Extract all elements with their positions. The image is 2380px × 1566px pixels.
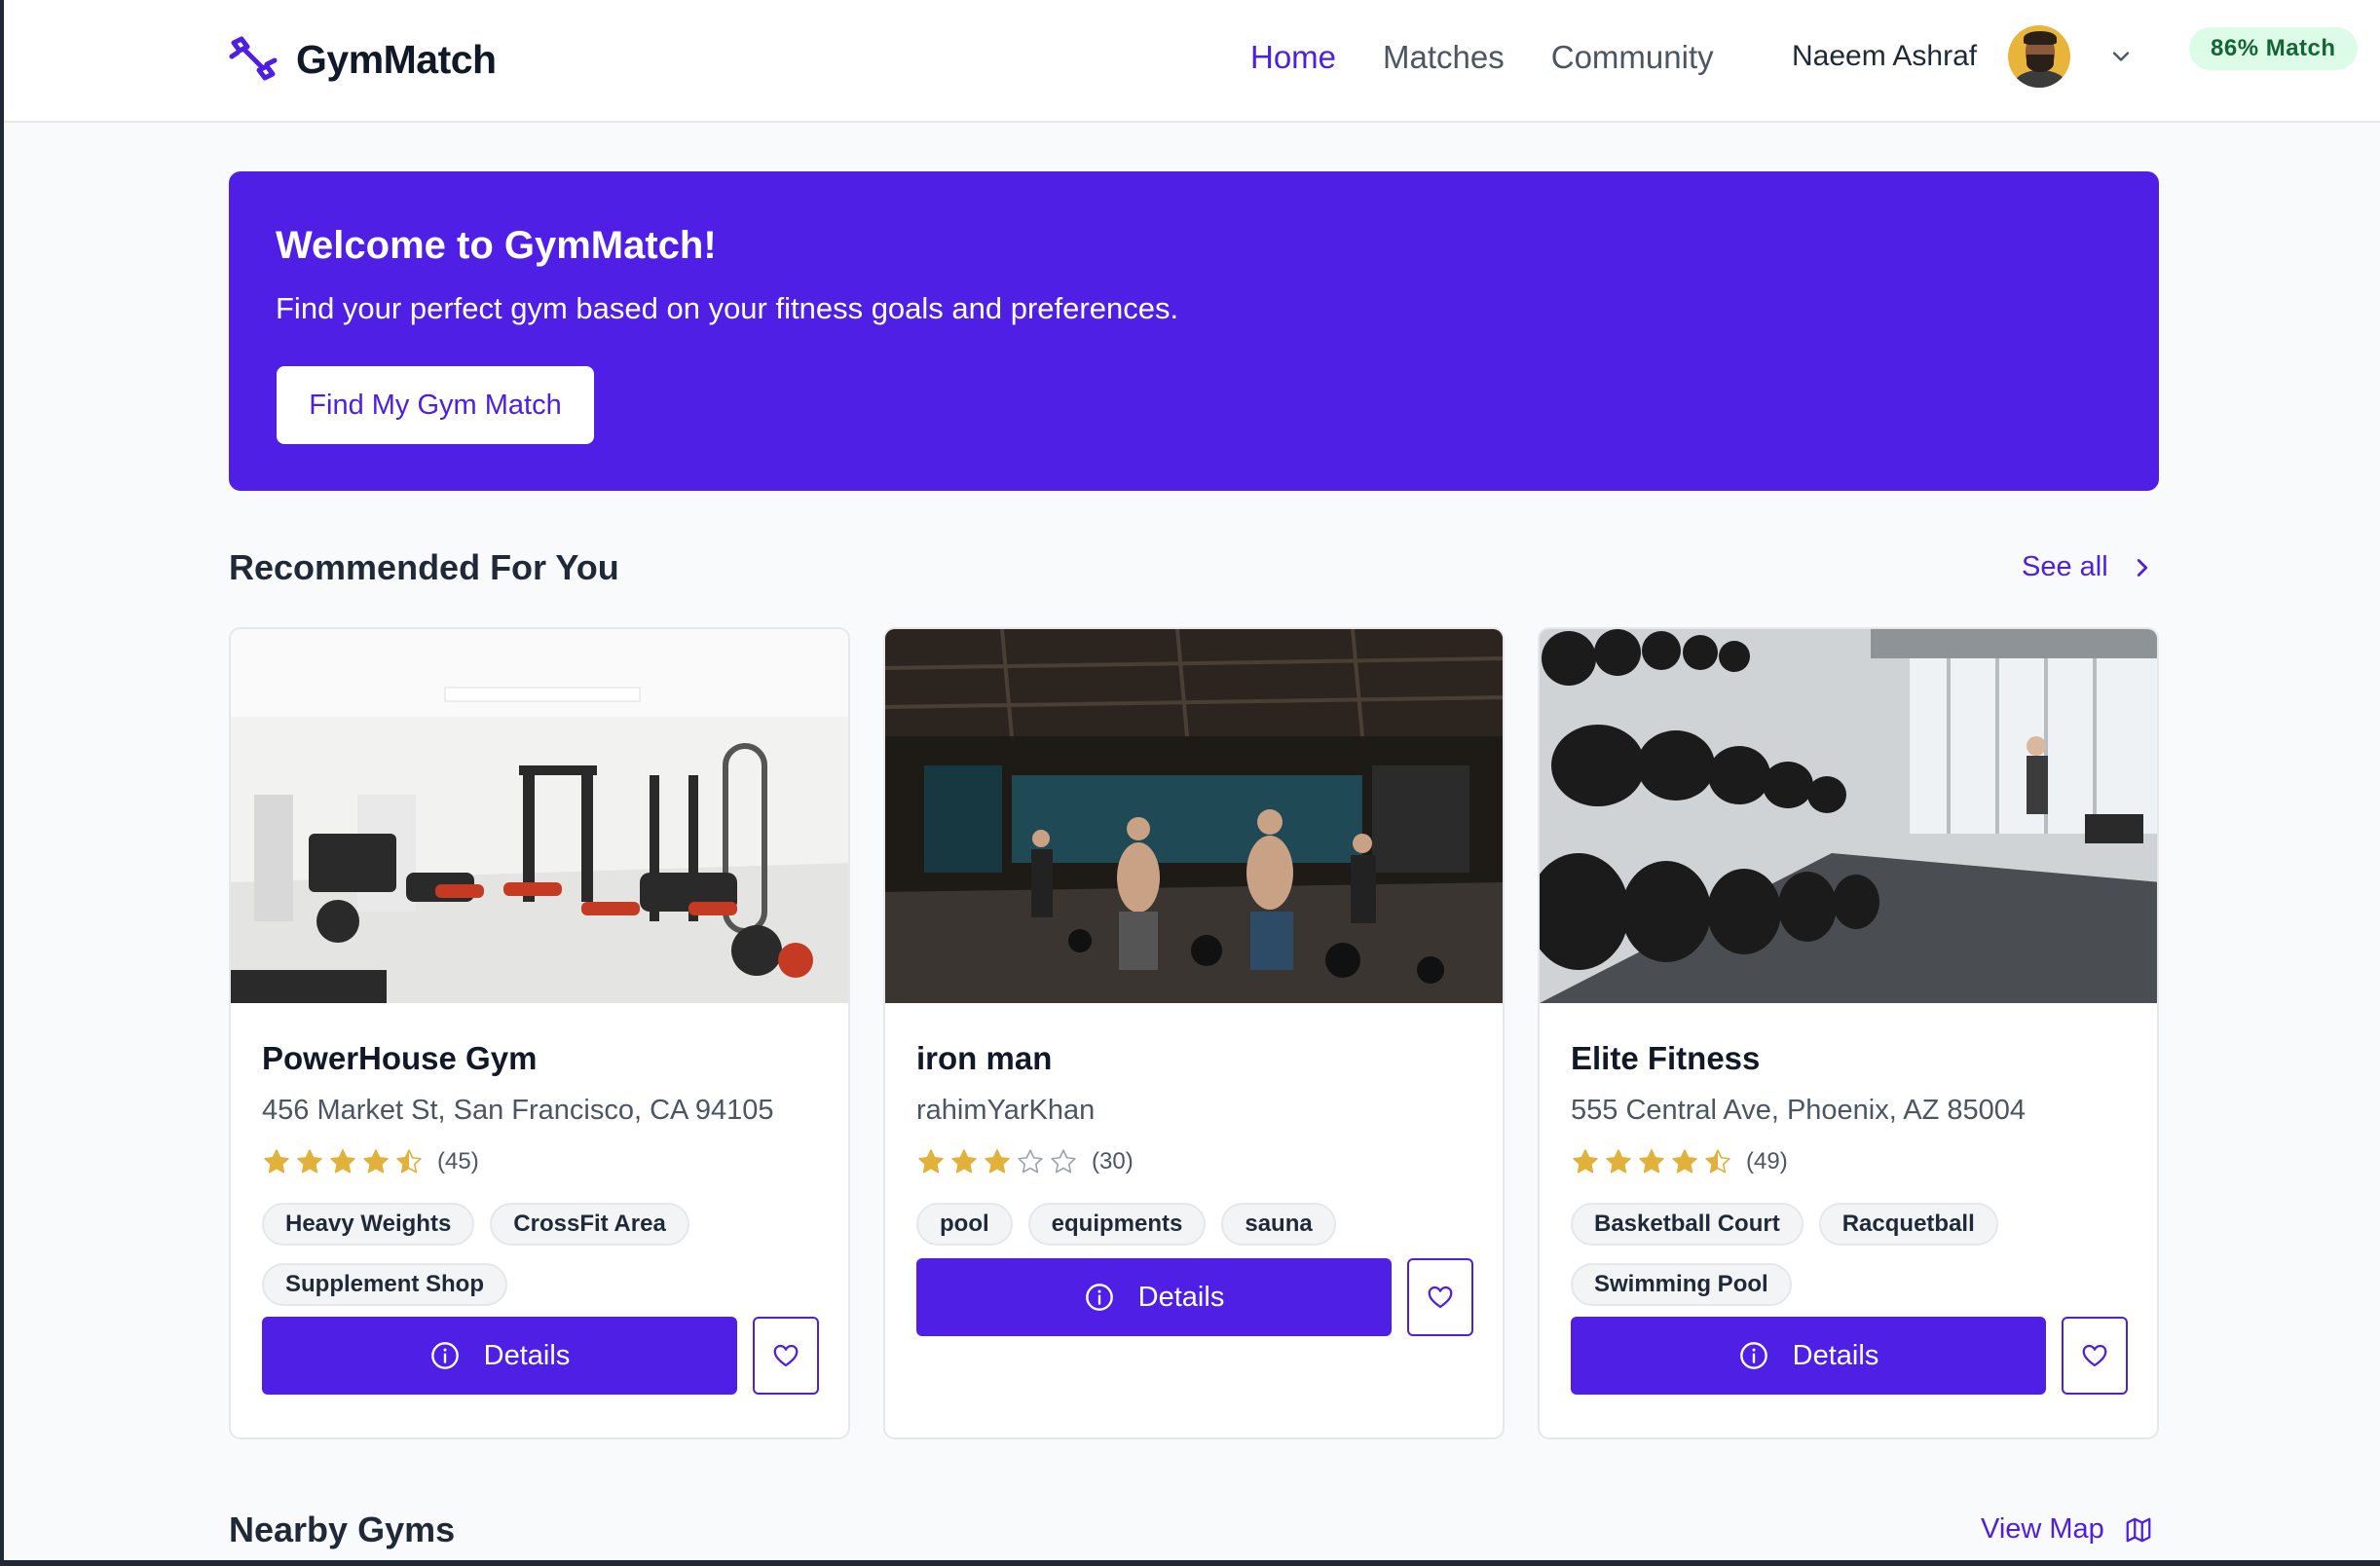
review-count: (45) bbox=[437, 1148, 479, 1174]
details-button[interactable]: Details bbox=[1571, 1317, 2046, 1395]
details-label: Details bbox=[483, 1339, 571, 1371]
star-rating bbox=[916, 1147, 1078, 1176]
chevron-right-icon bbox=[2137, 558, 2147, 577]
favorite-button[interactable] bbox=[2062, 1317, 2128, 1395]
details-button[interactable]: Details bbox=[262, 1317, 737, 1395]
gym-address: rahimYarKhan bbox=[916, 1095, 1096, 1126]
chevron-down-icon[interactable] bbox=[2107, 43, 2135, 70]
amenity-tag: pool bbox=[916, 1203, 1013, 1246]
details-label: Details bbox=[1137, 1281, 1225, 1313]
card-actions: Details bbox=[262, 1317, 819, 1395]
star-full-icon bbox=[1639, 1149, 1664, 1174]
review-count: (30) bbox=[1092, 1148, 1134, 1174]
amenity-tag: Basketball Court bbox=[1571, 1203, 1804, 1246]
amenity-tags: Basketball Court Racquetball Swimming Po… bbox=[1571, 1203, 2126, 1306]
see-all-link[interactable]: See all bbox=[2022, 551, 2157, 583]
star-half-icon bbox=[396, 1149, 422, 1174]
gym-name: iron man bbox=[916, 1040, 1053, 1076]
user-name: Naeem Ashraf bbox=[1792, 40, 1978, 72]
star-full-icon bbox=[1573, 1149, 1598, 1174]
amenity-tag: Swimming Pool bbox=[1571, 1263, 1792, 1306]
details-button[interactable]: Details bbox=[916, 1258, 1392, 1336]
gym-card-body: iron man rahimYarKhan (30) pool equipmen… bbox=[885, 1003, 1503, 1437]
star-full-icon bbox=[330, 1149, 355, 1174]
star-half-icon bbox=[1705, 1149, 1730, 1174]
star-full-icon bbox=[1672, 1149, 1697, 1174]
star-full-icon bbox=[918, 1149, 944, 1174]
amenity-tag: sauna bbox=[1221, 1203, 1336, 1246]
recommended-title: Recommended For You bbox=[229, 547, 619, 587]
welcome-subtitle: Find your perfect gym based on your fitn… bbox=[276, 291, 1179, 325]
app-logo[interactable]: GymMatch bbox=[228, 35, 497, 84]
star-full-icon bbox=[1606, 1149, 1631, 1174]
amenity-tag: Racquetball bbox=[1818, 1203, 1998, 1246]
amenity-tag: Heavy Weights bbox=[262, 1203, 475, 1246]
amenity-tag: equipments bbox=[1027, 1203, 1207, 1246]
card-actions: Details bbox=[1571, 1317, 2128, 1395]
top-navbar: GymMatch Home Matches Community Naeem As… bbox=[4, 0, 2380, 123]
avatar[interactable] bbox=[2008, 25, 2071, 88]
star-rating bbox=[1571, 1147, 1732, 1176]
match-badge: 86% Match bbox=[2189, 27, 2358, 70]
star-full-icon bbox=[985, 1149, 1010, 1174]
user-menu[interactable]: Naeem Ashraf bbox=[1792, 25, 2135, 88]
favorite-button[interactable] bbox=[1407, 1258, 1473, 1336]
info-icon bbox=[1739, 1342, 1767, 1369]
main-nav: Home Matches Community bbox=[1250, 39, 1714, 76]
star-empty-icon bbox=[1051, 1149, 1076, 1174]
heart-icon bbox=[2082, 1344, 2107, 1367]
amenity-tag: Supplement Shop bbox=[262, 1263, 507, 1306]
heart-icon bbox=[773, 1344, 799, 1367]
nav-community[interactable]: Community bbox=[1551, 39, 1714, 76]
gym-address: 456 Market St, San Francisco, CA 94105 bbox=[262, 1095, 774, 1126]
gym-rating: (49) bbox=[1571, 1144, 2126, 1179]
see-all-label: See all bbox=[2022, 551, 2108, 582]
favorite-button[interactable] bbox=[753, 1317, 819, 1395]
details-label: Details bbox=[1792, 1339, 1879, 1371]
app-name: GymMatch bbox=[296, 36, 497, 82]
star-rating bbox=[262, 1147, 424, 1176]
review-count: (49) bbox=[1746, 1148, 1788, 1174]
view-map-link[interactable]: View Map bbox=[1981, 1513, 2153, 1546]
card-actions: Details bbox=[916, 1258, 1473, 1336]
amenity-tags: Heavy Weights CrossFit Area Supplement S… bbox=[262, 1203, 817, 1306]
info-icon bbox=[1085, 1284, 1113, 1311]
gym-card: iron man rahimYarKhan (30) pool equipmen… bbox=[883, 627, 1505, 1439]
star-empty-icon bbox=[1018, 1149, 1043, 1174]
heart-icon bbox=[1428, 1286, 1453, 1309]
amenity-tag: CrossFit Area bbox=[490, 1203, 689, 1246]
window-edge bbox=[0, 0, 4, 1566]
gym-rating: (30) bbox=[916, 1144, 1471, 1179]
find-gym-match-button[interactable]: Find My Gym Match bbox=[277, 366, 594, 444]
gym-rating: (45) bbox=[262, 1144, 817, 1179]
info-icon bbox=[430, 1342, 459, 1369]
nearby-gyms-title: Nearby Gyms bbox=[229, 1510, 456, 1549]
nav-home[interactable]: Home bbox=[1250, 39, 1336, 76]
gym-card-body: PowerHouse Gym 456 Market St, San Franci… bbox=[231, 1003, 848, 1437]
welcome-banner: Welcome to GymMatch! Find your perfect g… bbox=[229, 171, 2159, 491]
amenity-tags: pool equipments sauna bbox=[916, 1203, 1471, 1246]
gym-name: PowerHouse Gym bbox=[262, 1040, 538, 1076]
gym-photo bbox=[231, 629, 848, 1003]
gym-card: Elite Fitness 555 Central Ave, Phoenix, … bbox=[1538, 627, 2159, 1439]
star-full-icon bbox=[363, 1149, 389, 1174]
gym-name: Elite Fitness bbox=[1571, 1040, 1761, 1076]
star-full-icon bbox=[297, 1149, 322, 1174]
gym-photo bbox=[885, 629, 1503, 1003]
star-full-icon bbox=[264, 1149, 289, 1174]
gym-card-body: Elite Fitness 555 Central Ave, Phoenix, … bbox=[1540, 1003, 2157, 1437]
star-full-icon bbox=[951, 1149, 977, 1174]
map-icon bbox=[2126, 1517, 2151, 1542]
welcome-title: Welcome to GymMatch! bbox=[276, 224, 717, 267]
nav-matches[interactable]: Matches bbox=[1383, 39, 1505, 76]
gym-photo bbox=[1540, 629, 2157, 1003]
gym-card: PowerHouse Gym 456 Market St, San Franci… bbox=[229, 627, 850, 1439]
dumbbell-logo-icon bbox=[229, 36, 278, 81]
window-edge bbox=[0, 1560, 2380, 1566]
gym-address: 555 Central Ave, Phoenix, AZ 85004 bbox=[1571, 1095, 2027, 1126]
view-map-label: View Map bbox=[1981, 1513, 2104, 1545]
